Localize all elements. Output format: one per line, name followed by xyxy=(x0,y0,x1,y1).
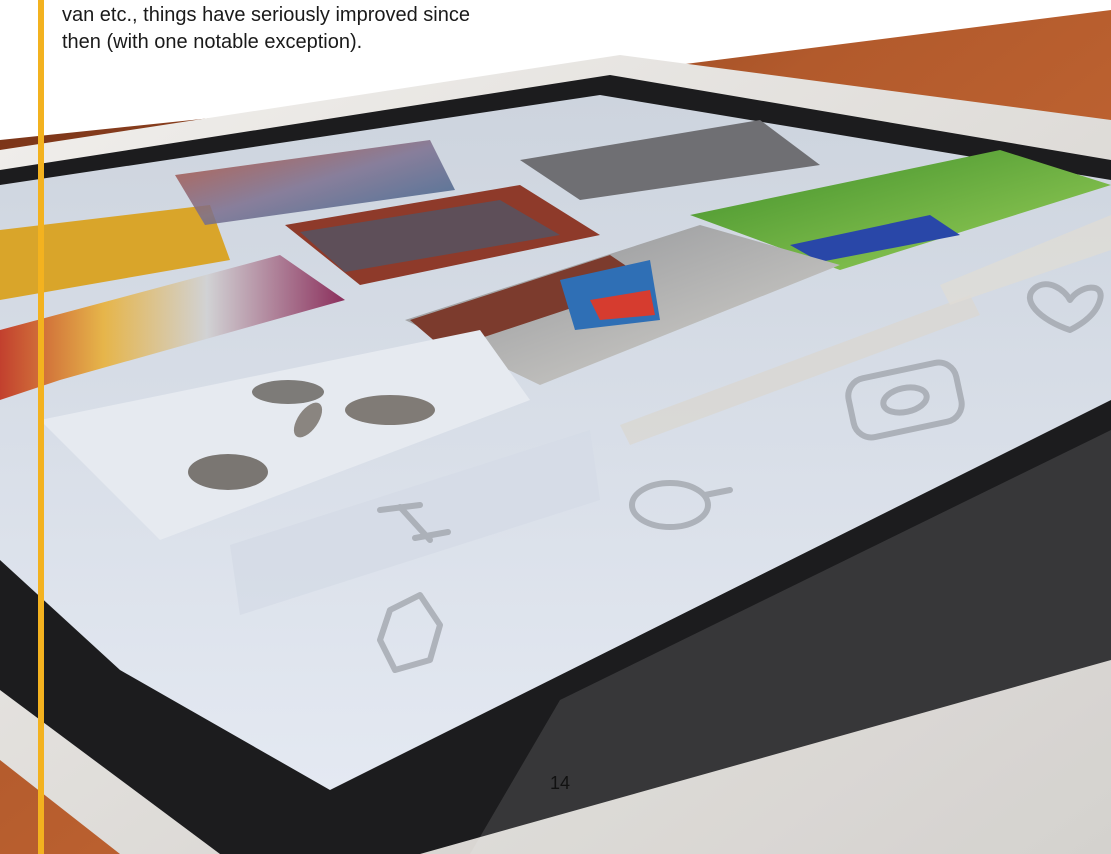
body-text-line: then (with one notable exception). xyxy=(62,31,363,53)
tablet-photo xyxy=(0,0,1111,854)
page-number: 14 xyxy=(549,773,571,793)
document-page: van etc., things have seriously improved… xyxy=(0,0,1111,854)
gold-margin-rule xyxy=(38,0,44,854)
body-text-line: van etc., things have seriously improved… xyxy=(62,4,470,26)
body-text: van etc., things have seriously improved… xyxy=(62,2,582,56)
